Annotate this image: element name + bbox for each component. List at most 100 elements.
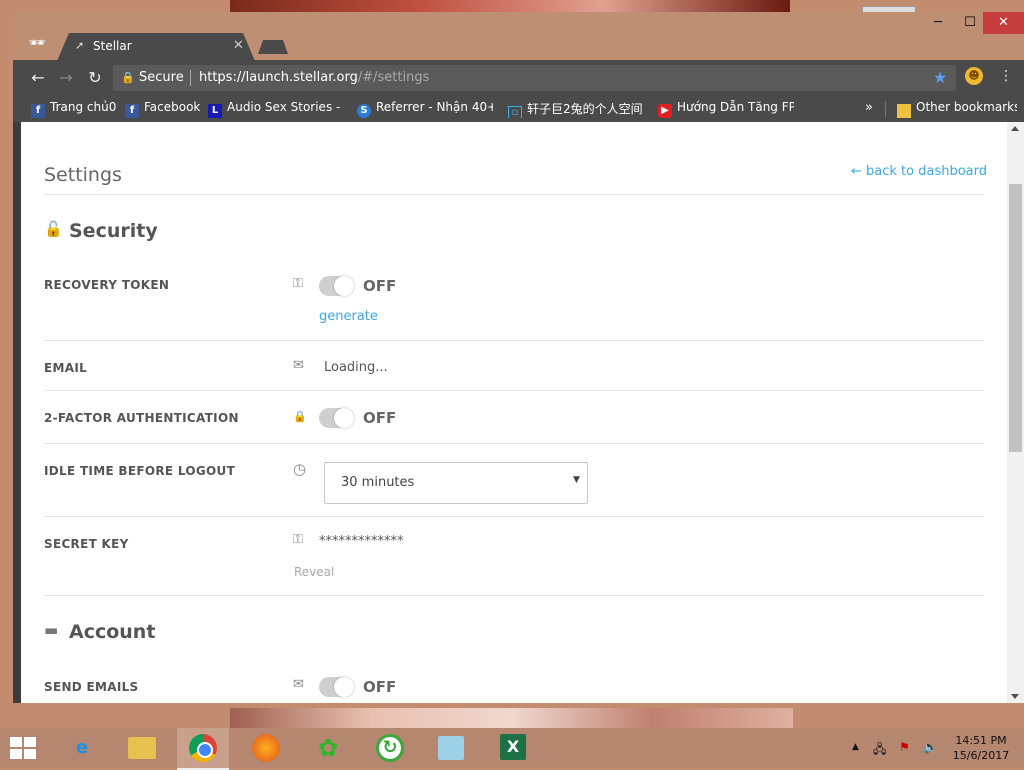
chrome-icon[interactable] (177, 728, 229, 770)
bookmarks-bar: f Trang chủ0 f Facebook L Audio Sex Stories… (13, 96, 1024, 122)
toggle-knob (334, 408, 354, 428)
bookmarks-overflow-icon[interactable]: » (865, 100, 873, 115)
bookmark-item[interactable]: ▶ Hướng Dẫn Tăng FPS (658, 100, 794, 118)
youtube-icon: ▶ (658, 104, 672, 118)
l-icon: L (208, 104, 222, 118)
page-viewport: Settings ← back to dashboard 🔓 Security … (21, 122, 1007, 703)
send-emails-state: OFF (363, 678, 397, 696)
scroll-up-icon[interactable] (1011, 126, 1019, 131)
forward-arrow-icon[interactable]: → (55, 68, 77, 88)
page-title: Settings (44, 164, 122, 186)
facebook-icon: f (31, 104, 45, 118)
recovery-token-toggle[interactable] (319, 276, 354, 296)
taskbar: e ✿ ↻ X ▲ 🖧 ⚑ 🔈 14:51 PM 15/6/2017 (0, 728, 1024, 770)
section-title-security: Security (69, 220, 158, 242)
padlock-icon: 🔓 (44, 220, 63, 238)
recovery-token-label: RECOVERY TOKEN (44, 278, 170, 292)
bookmark-item[interactable]: f Trang chủ0 (31, 100, 119, 118)
envelope-icon: ✉ (293, 677, 304, 692)
stellar-favicon-icon: ➚ (75, 39, 85, 52)
facebook-icon: f (125, 104, 139, 118)
volume-icon[interactable]: 🔈 (923, 740, 938, 754)
excel-icon[interactable]: X (488, 728, 540, 768)
two-factor-state: OFF (363, 409, 397, 427)
bookmark-item[interactable]: ▫ 轩子巨2兔的个人空间 (508, 100, 646, 118)
reveal-link[interactable]: Reveal (294, 565, 334, 579)
flag-icon[interactable]: ⚑ (899, 740, 910, 754)
divider (44, 516, 984, 517)
maximize-icon[interactable]: ☐ (955, 12, 985, 34)
envelope-icon: ✉ (293, 358, 304, 373)
incognito-icon: 🕶 (28, 36, 46, 51)
secure-label: Secure (139, 70, 184, 85)
address-divider (190, 70, 191, 86)
network-icon[interactable]: 🖧 (873, 740, 886, 761)
scroll-thumb[interactable] (1009, 184, 1022, 452)
icq-flower-icon[interactable]: ✿ (302, 728, 354, 768)
lock-small-icon: 🔒 (293, 410, 307, 423)
desktop-wallpaper-bottom (230, 708, 793, 728)
tray-expand-icon[interactable]: ▲ (852, 742, 859, 752)
secret-key-value: ************* (319, 534, 404, 549)
divider (44, 390, 984, 391)
toggle-knob (334, 276, 354, 296)
key-icon: ⚿ (293, 276, 303, 291)
divider (44, 595, 984, 596)
email-value: Loading... (324, 360, 388, 375)
url-text[interactable]: https://launch.stellar.org/#/settings (199, 70, 429, 85)
reload-icon[interactable]: ↻ (84, 68, 106, 88)
windows-start-icon[interactable] (10, 737, 36, 759)
close-icon[interactable]: ✕ (983, 12, 1024, 34)
extension-face-icon[interactable]: ☻ (965, 67, 983, 85)
send-emails-label: SEND EMAILS (44, 680, 139, 694)
other-bookmarks[interactable]: ■ Other bookmarks (897, 100, 1017, 118)
browser-toolbar: ← → ↻ 🔒 Secure https://launch.stellar.or… (13, 60, 1024, 96)
idle-time-select[interactable]: 30 minutes ▼ (324, 462, 588, 504)
tab-close-icon[interactable]: ✕ (233, 38, 244, 53)
s-icon: S (357, 104, 371, 118)
section-title-account: Account (69, 621, 156, 643)
notepad-icon[interactable] (426, 728, 478, 768)
dropdown-arrow-icon: ▼ (573, 475, 580, 485)
file-explorer-icon[interactable] (116, 728, 168, 768)
two-factor-toggle[interactable] (319, 408, 354, 428)
firefox-icon[interactable] (240, 728, 292, 768)
generate-link[interactable]: generate (319, 309, 378, 324)
toggle-knob (334, 677, 354, 697)
browser-window: 🕶 ➚ Stellar ✕ ─ ☐ ✕ ← → ↻ 🔒 Secure https… (13, 12, 1024, 703)
bookmark-item[interactable]: LAudio Sex Stories - Lit (208, 100, 344, 118)
two-factor-label: 2-FACTOR AUTHENTICATION (44, 411, 239, 425)
clock-time: 14:51 PM (955, 734, 1007, 747)
bookmark-item[interactable]: f Facebook (125, 100, 203, 118)
minimize-icon[interactable]: ─ (923, 12, 953, 34)
back-arrow-icon[interactable]: ← (27, 68, 49, 88)
menu-dots-icon[interactable]: ⋮ (999, 68, 1013, 84)
recovery-token-state: OFF (363, 277, 397, 295)
divider (44, 443, 984, 444)
bookmark-item[interactable]: SReferrer - Nhận 40++ (357, 100, 493, 118)
address-bar[interactable]: 🔒 Secure https://launch.stellar.org/#/se… (113, 65, 956, 91)
key-icon: ⚿ (293, 532, 303, 547)
divider (44, 194, 984, 195)
lock-icon: 🔒 (121, 71, 135, 84)
system-clock[interactable]: 14:51 PM 15/6/2017 (950, 733, 1012, 763)
green-app-icon[interactable]: ↻ (364, 728, 416, 768)
tv-icon: ▫ (508, 106, 522, 118)
internet-explorer-icon[interactable]: e (56, 728, 108, 768)
bookmark-star-icon[interactable]: ★ (933, 68, 947, 87)
bookmarks-divider (885, 101, 886, 117)
send-emails-toggle[interactable] (319, 677, 354, 697)
tab-stellar[interactable]: ➚ Stellar ✕ (57, 33, 255, 61)
back-to-dashboard-link[interactable]: ← back to dashboard (851, 164, 987, 179)
clock-date: 15/6/2017 (952, 749, 1010, 762)
scroll-down-icon[interactable] (1011, 694, 1019, 699)
idle-time-value: 30 minutes (341, 475, 415, 490)
credit-card-icon: ▬ (44, 621, 59, 639)
divider (44, 340, 984, 341)
new-tab-button[interactable] (258, 40, 288, 54)
desktop-wallpaper-top (230, 0, 790, 12)
email-label: EMAIL (44, 361, 88, 375)
page-scrollbar[interactable] (1007, 122, 1024, 703)
clock-icon: ◷ (293, 460, 307, 478)
idle-time-label: IDLE TIME BEFORE LOGOUT (44, 464, 236, 478)
